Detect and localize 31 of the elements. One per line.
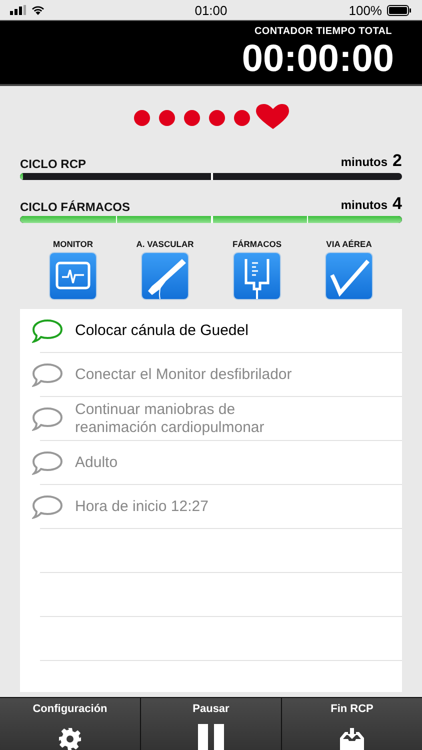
unit-label: minutos	[340, 155, 388, 169]
battery-percent: 100%	[348, 2, 382, 18]
drip-button[interactable]	[234, 253, 280, 299]
tool-label: A. VASCULAR	[136, 239, 194, 249]
cycle-label: CICLO RCP	[20, 157, 86, 171]
signal-icon	[10, 5, 26, 15]
wifi-icon	[31, 5, 45, 15]
checkmark-button[interactable]	[326, 253, 372, 299]
battery-icon	[386, 4, 412, 16]
settings-icon	[59, 728, 81, 750]
cycle-label: CICLO FÁRMACOS	[20, 200, 130, 214]
tray-download-icon	[340, 728, 364, 750]
monitor-button[interactable]	[50, 253, 96, 299]
settings-button[interactable]: Configuración	[0, 698, 141, 750]
step-text: Conectar el Monitor desfibrilador	[75, 366, 292, 384]
tool-label: MONITOR	[53, 239, 93, 249]
clock-time: 01:00	[194, 2, 228, 18]
step-text: Continuar maniobras de reanimación cardiopulmonar	[75, 401, 266, 437]
pause-button[interactable]: Pausar	[141, 698, 282, 750]
tool-label: FÁRMACOS	[232, 239, 282, 249]
unit-label: minutos	[340, 198, 388, 212]
minutes-value: 2	[392, 151, 402, 171]
step-text: Colocar cánula de Guedel	[75, 322, 248, 340]
finish-button[interactable]: Fin RCP	[282, 698, 422, 750]
pause-icon	[198, 724, 224, 750]
minutes-value: 4	[392, 194, 402, 214]
timer-label: CONTADOR TIEMPO TOTAL	[254, 26, 392, 37]
total-timer: 00:00:00	[242, 38, 394, 80]
step-text: Adulto	[75, 454, 118, 472]
step-text: Hora de inicio 12:27	[75, 498, 208, 516]
tool-label: VIA AÉREA	[326, 239, 372, 249]
